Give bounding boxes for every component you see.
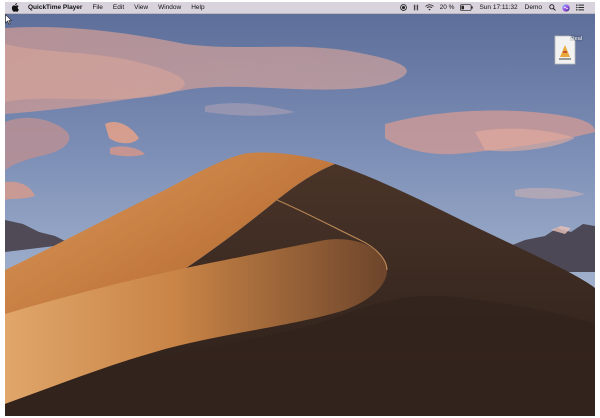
notification-center-icon[interactable] xyxy=(576,4,584,11)
wifi-icon[interactable] xyxy=(424,4,434,11)
mouse-cursor-icon xyxy=(5,14,12,25)
menu-item-view[interactable]: View xyxy=(129,2,153,14)
pause-icon[interactable] xyxy=(413,4,419,11)
menu-app-name[interactable]: QuickTime Player xyxy=(23,2,87,14)
desktop-wallpaper xyxy=(5,14,595,416)
battery-icon[interactable] xyxy=(460,4,474,11)
desktop-icon-keysteal[interactable]: KeySteal xyxy=(554,35,588,65)
menu-bar-status: 20 % Sun 17:11:32 Demo xyxy=(397,2,595,13)
menu-clock[interactable]: Sun 17:11:32 xyxy=(476,2,520,14)
screen: QuickTime Player File Edit View Window H… xyxy=(5,2,595,416)
siri-icon[interactable] xyxy=(562,3,570,12)
menu-item-window[interactable]: Window xyxy=(153,2,186,14)
battery-percent: 20 % xyxy=(439,3,455,11)
menu-item-file[interactable]: File xyxy=(87,2,107,14)
screen-record-icon[interactable] xyxy=(399,4,407,11)
menu-user-name[interactable]: Demo xyxy=(521,2,546,14)
apple-icon[interactable] xyxy=(11,3,19,12)
menu-item-edit[interactable]: Edit xyxy=(108,2,129,14)
menu-bar-left: QuickTime Player File Edit View Window H… xyxy=(5,2,210,13)
menu-bar: QuickTime Player File Edit View Window H… xyxy=(5,2,595,14)
desktop: KeySteal xyxy=(5,14,595,416)
menu-item-help[interactable]: Help xyxy=(186,2,209,14)
app-installer-document-icon xyxy=(554,35,576,65)
spotlight-icon[interactable] xyxy=(549,4,556,11)
